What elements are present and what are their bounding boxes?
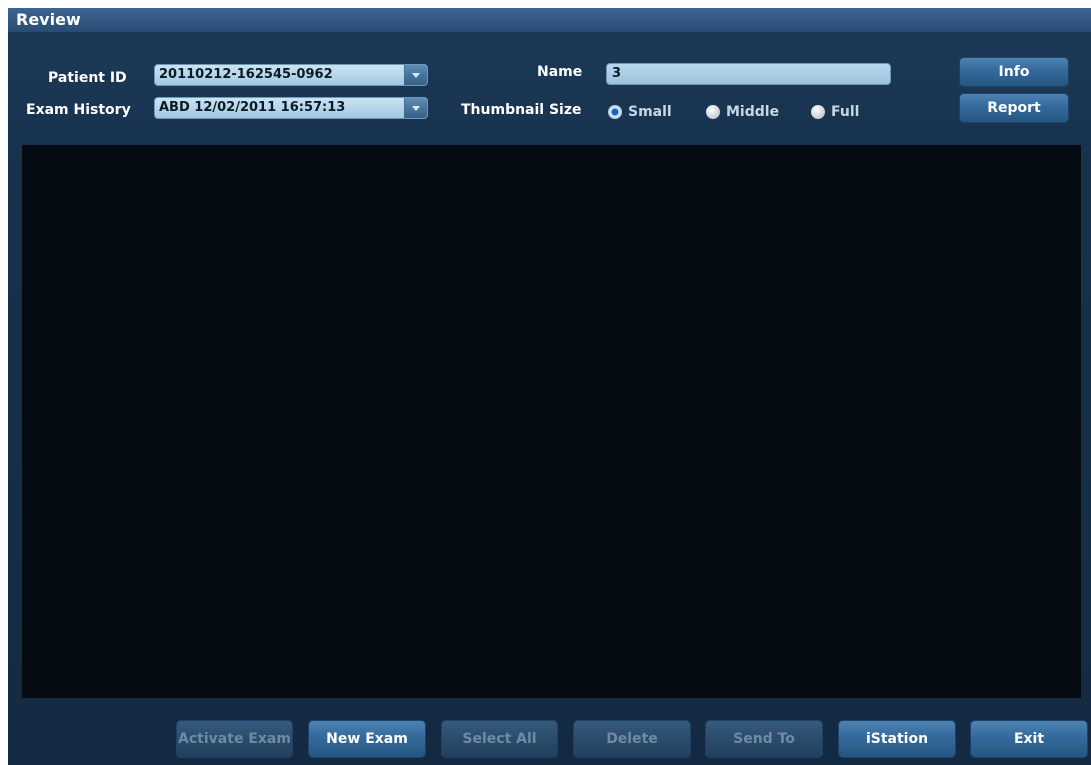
istation-button[interactable]: iStation: [838, 720, 956, 758]
patient-id-label: Patient ID: [48, 70, 127, 86]
thumbnail-middle-label: Middle: [726, 104, 780, 120]
radio-unselected-icon: [811, 105, 825, 119]
thumbnail-full-label: Full: [831, 104, 860, 120]
thumbnail-viewer[interactable]: [22, 145, 1081, 698]
exam-history-value: ABD 12/02/2011 16:57:13: [159, 100, 346, 115]
name-field[interactable]: 3: [606, 63, 891, 85]
info-button[interactable]: Info: [959, 57, 1069, 87]
patient-id-value: 20110212-162545-0962: [159, 67, 333, 82]
exam-history-label: Exam History: [26, 102, 131, 118]
exit-button[interactable]: Exit: [970, 720, 1088, 758]
name-label: Name: [537, 64, 583, 80]
report-button[interactable]: Report: [959, 93, 1069, 123]
thumbnail-size-label: Thumbnail Size: [461, 102, 582, 118]
exam-history-dropdown[interactable]: ABD 12/02/2011 16:57:13: [154, 97, 428, 119]
thumbnail-small-label: Small: [628, 104, 672, 120]
select-all-button[interactable]: Select All: [441, 720, 558, 758]
patient-id-dropdown[interactable]: 20110212-162545-0962: [154, 64, 428, 86]
radio-unselected-icon: [706, 105, 720, 119]
send-to-button[interactable]: Send To: [705, 720, 823, 758]
radio-selected-icon: [608, 105, 622, 119]
window-title: Review: [8, 8, 1091, 32]
activate-exam-button[interactable]: Activate Exam: [176, 720, 293, 758]
review-window: Review Patient ID 20110212-162545-0962 N…: [8, 8, 1091, 765]
chevron-down-icon[interactable]: [404, 98, 427, 118]
new-exam-button[interactable]: New Exam: [308, 720, 426, 758]
delete-button[interactable]: Delete: [573, 720, 691, 758]
chevron-down-icon[interactable]: [404, 65, 427, 85]
